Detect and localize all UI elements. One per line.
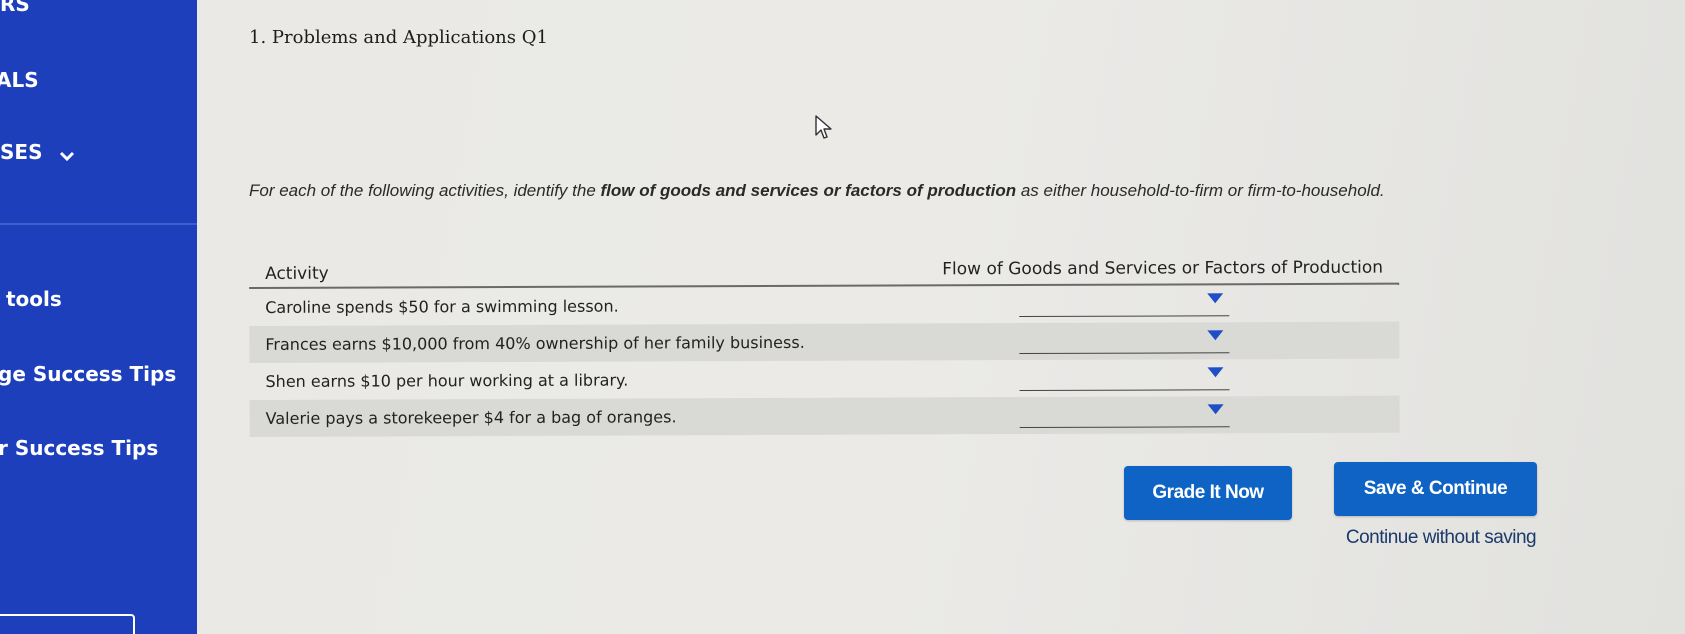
table-header: Activity Flow of Goods and Services or F… (249, 245, 1400, 289)
instructions-emphasis: flow of goods and services or factors of… (600, 181, 1017, 200)
instructions: For each of the following activities, id… (249, 172, 1504, 210)
flow-dropdown[interactable] (1019, 326, 1230, 355)
activity-text: Frances earns $10,000 from 40% ownership… (265, 332, 805, 354)
table-row: Valerie pays a storekeeper $4 for a bag … (249, 395, 1400, 437)
dropdown-arrow-icon (1207, 330, 1224, 341)
activity-text: Shen earns $10 per hour working at a lib… (265, 370, 629, 391)
grade-it-now-button[interactable]: Grade It Now (1124, 466, 1292, 520)
sidebar-item-als[interactable]: ALS (0, 68, 39, 92)
column-header-activity: Activity (265, 263, 329, 284)
table-row: Shen earns $10 per hour working at a lib… (249, 359, 1399, 400)
dropdown-arrow-icon (1207, 404, 1224, 415)
sidebar-item-success-tips-2[interactable]: r Success Tips (0, 436, 158, 460)
mouse-cursor-icon (814, 115, 834, 141)
sidebar-item-rs[interactable]: RS (0, 0, 30, 16)
activity-text: Valerie pays a storekeeper $4 for a bag … (265, 407, 677, 428)
question-title: 1. Problems and Applications Q1 (249, 27, 548, 48)
main-content: 1. Problems and Applications Q1 For each… (197, 0, 1685, 634)
sidebar: RS ALS SES tools ge Success Tips r Succe… (0, 0, 197, 634)
save-and-continue-button[interactable]: Save & Continue (1334, 462, 1537, 516)
sidebar-item-label: RS (0, 0, 30, 16)
activity-table: Activity Flow of Goods and Services or F… (249, 245, 1400, 437)
sidebar-item-tools[interactable]: tools (6, 287, 62, 311)
table-row: Caroline spends $50 for a swimming lesso… (249, 285, 1399, 326)
sidebar-item-label: r Success Tips (0, 436, 159, 460)
table-row: Frances earns $10,000 from 40% ownership… (249, 321, 1400, 363)
sidebar-divider (0, 223, 197, 225)
chevron-down-icon (59, 142, 75, 166)
dropdown-arrow-icon (1207, 293, 1224, 304)
sidebar-item-label: ALS (0, 68, 39, 92)
instructions-text: For each of the following activities, id… (249, 181, 601, 200)
flow-dropdown[interactable] (1019, 363, 1230, 392)
sidebar-item-ses[interactable]: SES (0, 140, 75, 166)
sidebar-item-label: tools (6, 287, 62, 311)
sidebar-item-success-tips-1[interactable]: ge Success Tips (0, 362, 176, 386)
instructions-text-end: as either household-to-firm or firm-to-h… (1016, 181, 1385, 200)
sidebar-item-label: ge Success Tips (0, 362, 177, 386)
sidebar-item-label: SES (0, 140, 43, 164)
activity-text: Caroline spends $50 for a swimming lesso… (265, 296, 619, 317)
dropdown-arrow-icon (1207, 367, 1224, 378)
sidebar-button[interactable] (0, 614, 135, 634)
continue-without-saving-link[interactable]: Continue without saving (1334, 527, 1548, 549)
flow-dropdown[interactable] (1019, 400, 1230, 429)
flow-dropdown[interactable] (1019, 289, 1230, 318)
column-header-flow: Flow of Goods and Services or Factors of… (942, 257, 1384, 280)
